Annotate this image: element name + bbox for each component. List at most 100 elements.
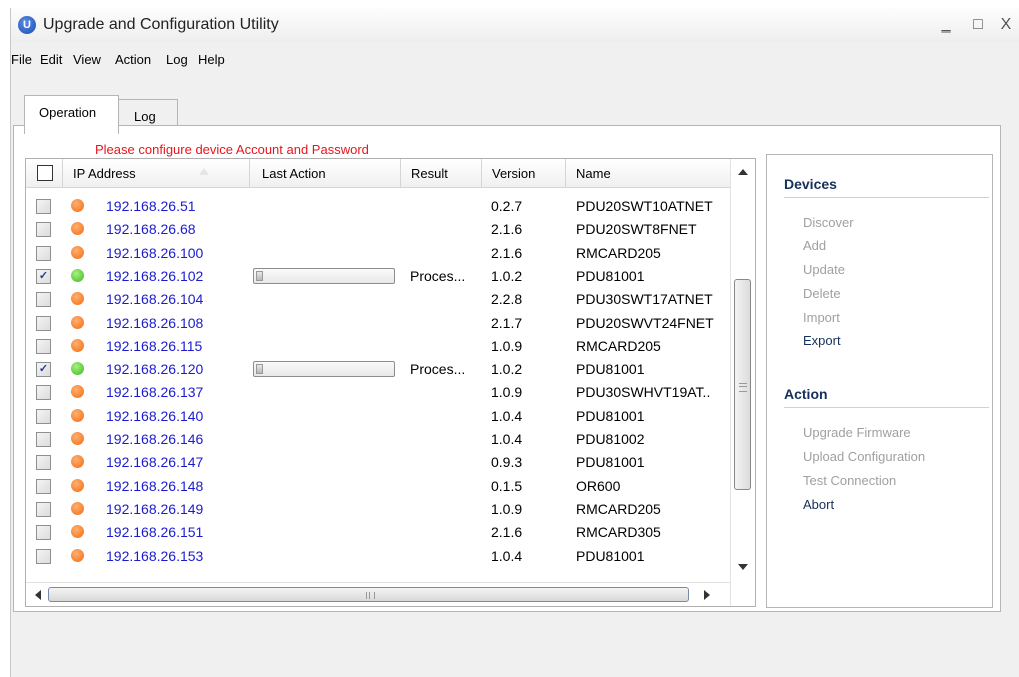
table-row[interactable]: 192.168.26.104 2.2.8 PDU30SWT17ATNET	[26, 288, 730, 311]
row-checkbox[interactable]	[36, 338, 51, 354]
status-dot-icon	[71, 455, 84, 469]
table-row[interactable]: 192.168.26.153 1.0.4 PDU81001	[26, 545, 730, 568]
version-cell: 1.0.4	[491, 407, 523, 424]
horizontal-scroll-thumb[interactable]	[48, 587, 689, 602]
status-dot-icon	[71, 525, 84, 539]
table-row[interactable]: 192.168.26.149 1.0.9 RMCARD205	[26, 498, 730, 521]
test-connection-link[interactable]: Test Connection	[803, 473, 896, 488]
row-checkbox[interactable]	[36, 315, 51, 331]
header-name[interactable]: Name	[566, 159, 730, 187]
update-link[interactable]: Update	[803, 262, 845, 277]
menu-file[interactable]: File	[11, 52, 32, 67]
horizontal-scrollbar[interactable]	[26, 582, 730, 606]
upload-configuration-link[interactable]: Upload Configuration	[803, 449, 925, 464]
row-checkbox[interactable]	[36, 385, 51, 401]
row-checkbox[interactable]	[36, 292, 51, 308]
maximize-icon[interactable]: □	[967, 14, 989, 36]
row-checkbox[interactable]	[36, 408, 51, 424]
vertical-scroll-thumb[interactable]	[734, 279, 751, 490]
menu-action[interactable]: Action	[115, 52, 151, 67]
delete-link[interactable]: Delete	[803, 286, 841, 301]
tab-operation[interactable]: Operation	[24, 95, 119, 134]
action-divider	[784, 407, 989, 408]
abort-link[interactable]: Abort	[803, 497, 834, 512]
table-row[interactable]: 192.168.26.115 1.0.9 RMCARD205	[26, 335, 730, 358]
row-checkbox[interactable]: ✓	[36, 268, 51, 284]
table-row[interactable]: 192.168.26.151 2.1.6 RMCARD305	[26, 521, 730, 544]
table-row[interactable]: ✓ 192.168.26.120 Proces... 1.0.2 PDU81001	[26, 358, 730, 381]
header-ip-address[interactable]: IP Address	[63, 159, 250, 187]
row-checkbox[interactable]	[36, 478, 51, 494]
ip-address-cell[interactable]: 192.168.26.120	[106, 361, 203, 377]
status-dot-icon	[71, 315, 84, 329]
row-checkbox[interactable]	[36, 199, 51, 214]
ip-address-cell[interactable]: 192.168.26.151	[106, 524, 203, 540]
table-row[interactable]: ✓ 192.168.26.102 Proces... 1.0.2 PDU81001	[26, 265, 730, 288]
row-checkbox[interactable]: ✓	[36, 362, 51, 378]
vertical-scrollbar[interactable]	[730, 159, 755, 606]
status-dot-icon	[71, 245, 84, 259]
devices-heading: Devices	[784, 176, 837, 192]
table-row[interactable]: 192.168.26.108 2.1.7 PDU20SWVT24FNET	[26, 312, 730, 335]
table-row[interactable]: 192.168.26.137 1.0.9 PDU30SWHVT19AT..	[26, 381, 730, 404]
discover-link[interactable]: Discover	[803, 215, 854, 230]
row-checkbox[interactable]	[36, 525, 51, 541]
header-version[interactable]: Version	[482, 159, 566, 187]
select-all-checkbox[interactable]	[37, 165, 53, 181]
scroll-down-arrow-icon[interactable]	[738, 564, 748, 570]
version-cell: 1.0.4	[491, 547, 523, 564]
version-cell: 0.1.5	[491, 477, 523, 494]
import-link[interactable]: Import	[803, 310, 840, 325]
row-checkbox[interactable]	[36, 501, 51, 517]
status-dot-icon	[71, 478, 84, 492]
table-row[interactable]: 192.168.26.100 2.1.6 RMCARD205	[26, 242, 730, 265]
ip-address-cell[interactable]: 192.168.26.147	[106, 454, 203, 470]
upgrade-firmware-link[interactable]: Upgrade Firmware	[803, 425, 911, 440]
window-title: Upgrade and Configuration Utility	[43, 16, 279, 33]
ip-address-cell[interactable]: 192.168.26.100	[106, 245, 203, 261]
device-table: IP Address Last Action Result Version Na…	[25, 158, 756, 607]
header-last-action[interactable]: Last Action	[250, 159, 401, 187]
ip-address-cell[interactable]: 192.168.26.153	[106, 548, 203, 564]
ip-address-cell[interactable]: 192.168.26.146	[106, 431, 203, 447]
close-icon[interactable]: X	[995, 14, 1017, 36]
ip-address-cell[interactable]: 192.168.26.68	[106, 221, 196, 237]
ip-address-cell[interactable]: 192.168.26.115	[106, 338, 202, 354]
row-checkbox[interactable]	[36, 245, 51, 261]
ip-address-cell[interactable]: 192.168.26.104	[106, 291, 203, 307]
status-dot-icon	[71, 385, 84, 399]
grip-icon	[366, 592, 375, 599]
device-name-cell: OR600	[576, 477, 621, 494]
table-row[interactable]: 192.168.26.140 1.0.4 PDU81001	[26, 405, 730, 428]
menu-view[interactable]: View	[73, 52, 101, 67]
header-result[interactable]: Result	[401, 159, 482, 187]
table-row[interactable]: 192.168.26.147 0.9.3 PDU81001	[26, 451, 730, 474]
ip-address-cell[interactable]: 192.168.26.108	[106, 315, 203, 331]
ip-address-cell[interactable]: 192.168.26.51	[106, 198, 196, 214]
ip-address-cell[interactable]: 192.168.26.140	[106, 408, 203, 424]
row-checkbox[interactable]	[36, 455, 51, 471]
table-row[interactable]: 192.168.26.146 1.0.4 PDU81002	[26, 428, 730, 451]
export-link[interactable]: Export	[803, 333, 841, 348]
table-row[interactable]: 192.168.26.68 2.1.6 PDU20SWT8FNET	[26, 218, 730, 241]
row-checkbox[interactable]	[36, 432, 51, 447]
scroll-right-arrow-icon[interactable]	[704, 590, 710, 600]
ip-address-cell[interactable]: 192.168.26.137	[106, 384, 203, 400]
table-row[interactable]: 192.168.26.148 0.1.5 OR600	[26, 475, 730, 498]
ip-address-cell[interactable]: 192.168.26.102	[106, 268, 203, 284]
table-row[interactable]: 192.168.26.51 0.2.7 PDU20SWT10ATNET	[26, 195, 730, 218]
result-cell: Proces...	[410, 267, 466, 284]
row-checkbox[interactable]	[36, 548, 51, 564]
add-link[interactable]: Add	[803, 238, 826, 253]
row-checkbox[interactable]	[36, 222, 51, 238]
minimize-icon[interactable]: ‗	[935, 14, 957, 36]
scroll-up-arrow-icon[interactable]	[738, 169, 748, 175]
header-checkbox-col	[26, 159, 63, 187]
title-bar[interactable]: U Upgrade and Configuration Utility ‗ □ …	[11, 8, 1019, 42]
ip-address-cell[interactable]: 192.168.26.149	[106, 501, 203, 517]
scroll-left-arrow-icon[interactable]	[35, 590, 41, 600]
menu-help[interactable]: Help	[198, 52, 225, 67]
ip-address-cell[interactable]: 192.168.26.148	[106, 478, 203, 494]
menu-log[interactable]: Log	[166, 52, 188, 67]
menu-edit[interactable]: Edit	[40, 52, 62, 67]
